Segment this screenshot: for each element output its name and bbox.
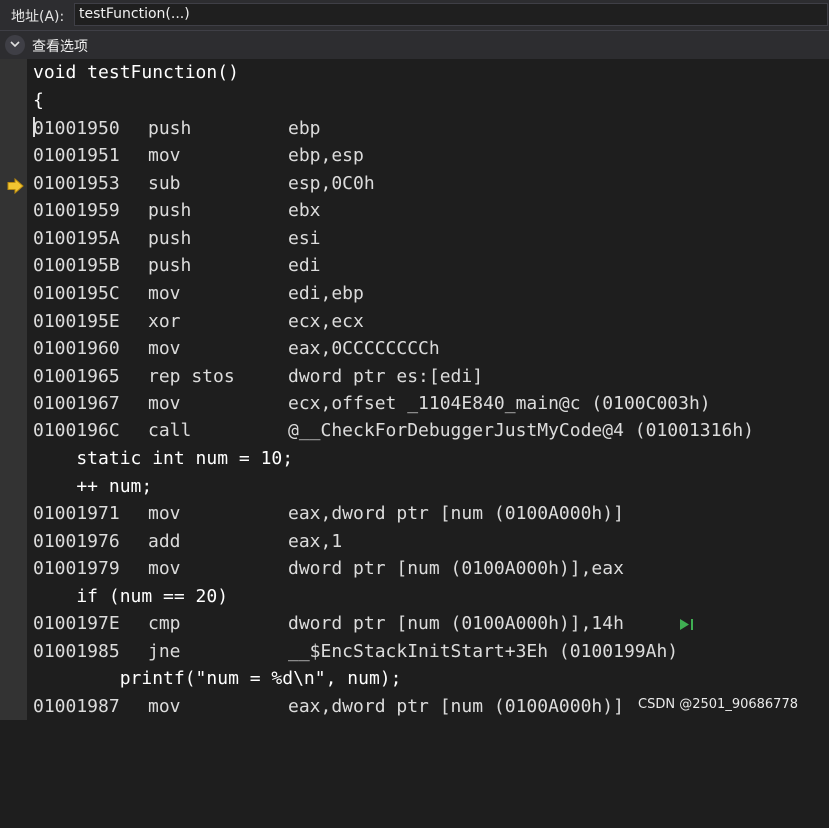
instruction-row[interactable]: 01001950 push ebp: [33, 115, 321, 142]
instruction-row[interactable]: 01001985 jne __$EncStackInitStart+3Eh (0…: [33, 638, 678, 665]
instruction-mnemonic: cmp: [148, 613, 181, 634]
instruction-operands: edi: [288, 255, 321, 276]
instruction-address: 0100196C: [33, 420, 120, 441]
instruction-row[interactable]: 01001971 mov eax,dword ptr [num (0100A00…: [33, 500, 624, 527]
disassembly-view[interactable]: void testFunction() { 01001950 push ebp …: [33, 59, 829, 720]
instruction-row[interactable]: 0100195B push edi: [33, 252, 321, 279]
instruction-address: 01001967: [33, 393, 120, 414]
view-options-label[interactable]: 查看选项: [32, 36, 88, 56]
instruction-row[interactable]: 01001951 mov ebp,esp: [33, 142, 364, 169]
instruction-operands: eax,1: [288, 531, 343, 552]
instruction-row[interactable]: 01001967 mov ecx,offset _1104E840_main@c…: [33, 390, 711, 417]
instruction-operands: ebp,esp: [288, 145, 364, 166]
instruction-operands: esi: [288, 228, 321, 249]
instruction-operands: eax,0CCCCCCCCh: [288, 338, 440, 359]
instruction-mnemonic: mov: [148, 338, 181, 359]
instruction-row[interactable]: 0100195C mov edi,ebp: [33, 280, 364, 307]
instruction-mnemonic: push: [148, 200, 192, 221]
instruction-address: 01001959: [33, 200, 120, 221]
instruction-row[interactable]: 01001953 sub esp,0C0h: [33, 170, 375, 197]
instruction-mnemonic: push: [148, 228, 192, 249]
instruction-address: 01001971: [33, 503, 120, 524]
instruction-mnemonic: push: [148, 255, 192, 276]
instruction-mnemonic: call: [148, 420, 192, 441]
instruction-operands: ecx,offset _1104E840_main@c (0100C003h): [288, 393, 711, 414]
instruction-operands: edi,ebp: [288, 283, 364, 304]
instruction-address: 01001979: [33, 558, 120, 579]
instruction-mnemonic: mov: [148, 696, 181, 717]
instruction-mnemonic: jne: [148, 641, 181, 662]
chevron-down-icon[interactable]: [5, 35, 25, 55]
instruction-address: 01001951: [33, 145, 120, 166]
address-value: testFunction(...): [79, 6, 190, 22]
view-options-bar: 查看选项: [0, 31, 829, 59]
source-line: void testFunction(): [33, 62, 239, 83]
address-bar: 地址(A): testFunction(...): [0, 0, 829, 31]
instruction-address: 01001985: [33, 641, 120, 662]
instruction-mnemonic: add: [148, 531, 181, 552]
instruction-mnemonic: mov: [148, 393, 181, 414]
instruction-operands: dword ptr es:[edi]: [288, 366, 484, 387]
instruction-operands: @__CheckForDebuggerJustMyCode@4 (0100131…: [288, 420, 754, 441]
instruction-address: 01001950: [33, 118, 120, 139]
instruction-address: 01001976: [33, 531, 120, 552]
source-line: {: [33, 90, 44, 111]
run-to-click-icon[interactable]: [679, 618, 695, 631]
instruction-mnemonic: sub: [148, 173, 181, 194]
instruction-mnemonic: mov: [148, 145, 181, 166]
instruction-row[interactable]: 0100195E xor ecx,ecx: [33, 308, 364, 335]
instruction-row[interactable]: 01001959 push ebx: [33, 197, 321, 224]
instruction-row[interactable]: 01001965 rep stos dword ptr es:[edi]: [33, 363, 483, 390]
instruction-row[interactable]: 0100197E cmp dword ptr [num (0100A000h)]…: [33, 610, 693, 637]
address-input[interactable]: testFunction(...): [74, 3, 828, 26]
instruction-address: 0100195B: [33, 255, 120, 276]
breakpoint-gutter[interactable]: [0, 59, 27, 720]
instruction-address: 01001960: [33, 338, 120, 359]
instruction-row[interactable]: 0100196C call @__CheckForDebuggerJustMyC…: [33, 417, 754, 444]
instruction-mnemonic: mov: [148, 283, 181, 304]
instruction-operands: ebx: [288, 200, 321, 221]
instruction-address: 01001987: [33, 696, 120, 717]
instruction-operands: __$EncStackInitStart+3Eh (0100199Ah): [288, 641, 679, 662]
instruction-mnemonic: push: [148, 118, 192, 139]
source-line: static int num = 10;: [33, 448, 294, 469]
instruction-row[interactable]: 01001987 mov eax,dword ptr [num (0100A00…: [33, 693, 624, 720]
instruction-address: 0100197E: [33, 613, 120, 634]
instruction-mnemonic: rep stos: [148, 366, 235, 387]
instruction-operands: ecx,ecx: [288, 311, 364, 332]
instruction-address: 01001953: [33, 173, 120, 194]
instruction-address: 01001965: [33, 366, 120, 387]
source-line: if (num == 20): [33, 586, 229, 607]
address-label: 地址(A):: [11, 9, 65, 25]
instruction-mnemonic: mov: [148, 503, 181, 524]
instruction-operands: eax,dword ptr [num (0100A000h)]: [288, 503, 624, 524]
instruction-mnemonic: xor: [148, 311, 181, 332]
watermark: CSDN @2501_90686778: [638, 697, 798, 712]
instruction-row[interactable]: 0100195A push esi: [33, 225, 321, 252]
instruction-pointer-arrow-icon: [7, 178, 24, 194]
instruction-operands: dword ptr [num (0100A000h)],eax: [288, 558, 624, 579]
instruction-operands: dword ptr [num (0100A000h)],14h: [288, 613, 624, 634]
source-line: ++ num;: [33, 476, 153, 497]
source-line: printf("num = %d\n", num);: [33, 668, 402, 689]
instruction-operands: ebp: [288, 118, 321, 139]
instruction-operands: esp,0C0h: [288, 173, 375, 194]
instruction-row[interactable]: 01001976 add eax,1: [33, 528, 342, 555]
instruction-row[interactable]: 01001960 mov eax,0CCCCCCCCh: [33, 335, 440, 362]
instruction-operands: eax,dword ptr [num (0100A000h)]: [288, 696, 624, 717]
instruction-address: 0100195E: [33, 311, 120, 332]
instruction-mnemonic: mov: [148, 558, 181, 579]
instruction-address: 0100195A: [33, 228, 120, 249]
instruction-address: 0100195C: [33, 283, 120, 304]
instruction-row[interactable]: 01001979 mov dword ptr [num (0100A000h)]…: [33, 555, 624, 582]
